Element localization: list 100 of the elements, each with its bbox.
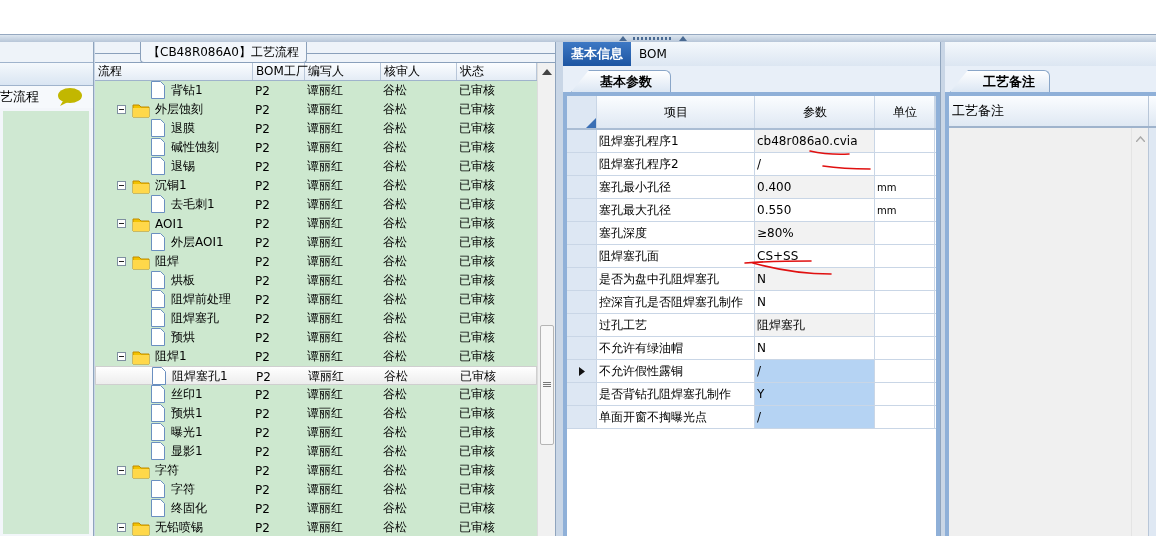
table-cell-text: 谭丽红 — [306, 120, 344, 137]
collapse-icon[interactable] — [117, 181, 126, 190]
row-header-cell[interactable] — [567, 199, 597, 221]
row-header-cell[interactable] — [567, 360, 597, 382]
step-name[interactable]: 碱性蚀刻 — [169, 139, 219, 156]
tab[interactable]: 工艺备注 — [950, 70, 1050, 92]
tab[interactable]: 基本参数 — [571, 70, 671, 92]
row-header-cell[interactable] — [567, 337, 597, 359]
table-cell-text: 已审核 — [458, 120, 496, 137]
column-header[interactable]: 流程 — [95, 63, 253, 80]
table-cell-text: 谭丽红 — [306, 101, 344, 118]
table-cell-text: 谷松 — [382, 481, 408, 498]
row-header-cell[interactable] — [567, 268, 597, 290]
row-header-cell[interactable] — [567, 383, 597, 405]
parameter-cell[interactable]: / — [755, 153, 875, 175]
table-cell-text: 已审核 — [458, 139, 496, 156]
column-header[interactable]: 项目 — [597, 96, 755, 128]
row-header-cell[interactable] — [567, 130, 597, 152]
step-name[interactable]: 阻焊前处理 — [169, 291, 231, 308]
collapse-icon[interactable] — [117, 523, 126, 532]
step-name[interactable]: 烘板 — [169, 272, 195, 289]
collapse-icon[interactable] — [117, 352, 126, 361]
column-header[interactable]: 工艺备注 — [949, 96, 1149, 126]
table-cell-text: 已审核 — [458, 253, 496, 270]
document-icon — [150, 309, 166, 328]
parameter-cell[interactable]: N — [755, 268, 875, 290]
row-header-cell[interactable] — [567, 406, 597, 428]
splitter-grip-icon — [633, 37, 673, 40]
step-name[interactable]: 阻焊 — [153, 253, 179, 270]
parameter-cell[interactable]: CS+SS — [755, 245, 875, 267]
splitter-bar[interactable] — [0, 34, 1156, 42]
parameter-cell[interactable]: ≥80% — [755, 222, 875, 244]
step-name[interactable]: 预烘1 — [169, 405, 203, 422]
step-name[interactable]: 曝光1 — [169, 424, 203, 441]
parameter-cell[interactable]: 阻焊塞孔 — [755, 314, 875, 336]
step-name[interactable]: 终固化 — [169, 500, 207, 517]
parameter-cell[interactable]: cb48r086a0.cvia — [755, 130, 875, 152]
collapse-icon[interactable] — [117, 105, 126, 114]
table-cell-text: 谭丽红 — [306, 291, 344, 308]
table-cell-text: 谭丽红 — [306, 196, 344, 213]
table-cell-text: 谭丽红 — [306, 139, 344, 156]
table-cell-text: P2 — [254, 520, 271, 535]
parameter-cell[interactable]: Y — [755, 383, 875, 405]
column-header[interactable]: 核审人 — [381, 63, 457, 80]
parameter-cell[interactable]: N — [755, 337, 875, 359]
step-name[interactable]: AOI1 — [153, 216, 184, 231]
step-name[interactable]: 预烘 — [169, 329, 195, 346]
row-header-cell[interactable] — [567, 153, 597, 175]
step-name[interactable]: 沉铜1 — [153, 177, 187, 194]
parameter-cell[interactable]: / — [755, 360, 875, 382]
step-name[interactable]: 外层AOI1 — [169, 234, 224, 251]
parameter-cell[interactable]: N — [755, 291, 875, 313]
row-header-cell[interactable] — [567, 291, 597, 313]
table-cell-text: P2 — [254, 121, 271, 136]
notes-area[interactable] — [949, 128, 1149, 536]
step-name[interactable]: 阻焊塞孔 — [169, 310, 219, 327]
collapse-icon[interactable] — [117, 219, 126, 228]
table-cell-text: P2 — [254, 83, 271, 98]
document-icon — [150, 138, 166, 157]
table-cell-text: 谭丽红 — [306, 500, 344, 517]
column-header[interactable]: 参数 — [755, 96, 875, 128]
document-icon — [150, 290, 166, 309]
step-name[interactable]: 退锡 — [169, 158, 195, 175]
table-cell-text: 已审核 — [458, 443, 496, 460]
row-header-cell[interactable] — [567, 245, 597, 267]
document-icon — [150, 233, 166, 252]
step-name[interactable]: 退膜 — [169, 120, 195, 137]
table-cell-text: 已审核 — [458, 101, 496, 118]
nav-item[interactable]: 艺流程 — [0, 86, 93, 108]
scrollbar[interactable] — [537, 63, 555, 536]
step-name[interactable]: 外层蚀刻 — [153, 101, 203, 118]
collapse-icon[interactable] — [117, 257, 126, 266]
selected-row[interactable]: 阻焊塞孔1 P2 谭丽红 谷松 已审核 — [95, 366, 537, 385]
step-name[interactable]: 显影1 — [169, 443, 203, 460]
parameter-cell[interactable]: 0.400 — [755, 176, 875, 198]
parameter-cell[interactable]: 0.550 — [755, 199, 875, 221]
step-name[interactable]: 丝印1 — [169, 386, 203, 403]
row-header-cell[interactable] — [567, 176, 597, 198]
tab[interactable]: 基本信息 — [563, 42, 631, 66]
row-header-cell[interactable] — [567, 314, 597, 336]
table-cell-text: 谭丽红 — [306, 177, 344, 194]
scrollbar-thumb[interactable] — [539, 325, 554, 445]
splitter-bar[interactable] — [940, 42, 945, 536]
step-name[interactable]: 字符 — [153, 462, 179, 479]
collapse-icon[interactable] — [117, 466, 126, 475]
step-name[interactable]: 阻焊塞孔1 — [170, 368, 228, 385]
scrollbar[interactable] — [1131, 128, 1148, 536]
parameter-cell[interactable]: / — [755, 406, 875, 428]
step-name[interactable]: 字符 — [169, 481, 195, 498]
tab[interactable]: BOM — [631, 42, 675, 66]
table-cell-text: 谷松 — [382, 519, 408, 536]
folder-icon — [132, 348, 150, 365]
step-name[interactable]: 背钻1 — [169, 82, 203, 99]
step-name[interactable]: 去毛刺1 — [169, 196, 215, 213]
table-cell-text: 谭丽红 — [306, 215, 344, 232]
column-header[interactable]: 单位 — [875, 96, 935, 128]
step-name[interactable]: 无铅喷锡 — [153, 519, 203, 536]
table-cell-text: 谭丽红 — [306, 272, 344, 289]
row-header-cell[interactable] — [567, 222, 597, 244]
step-name[interactable]: 阻焊1 — [153, 348, 187, 365]
